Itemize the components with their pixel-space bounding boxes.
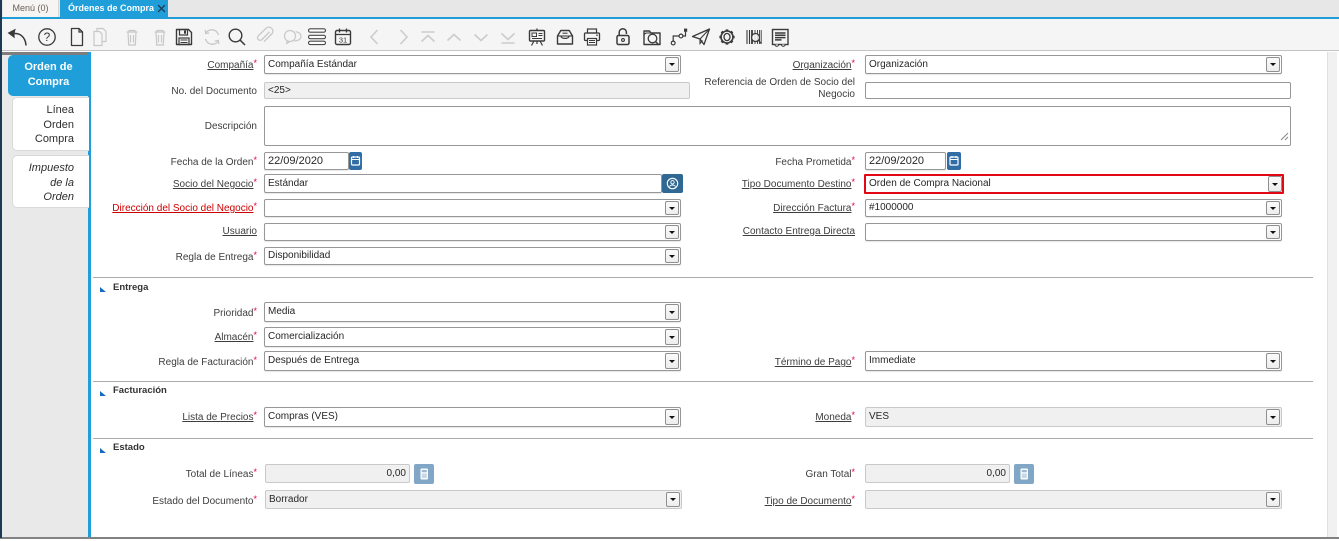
svg-text:?: ? [44,30,51,44]
svg-text:31: 31 [339,35,347,44]
